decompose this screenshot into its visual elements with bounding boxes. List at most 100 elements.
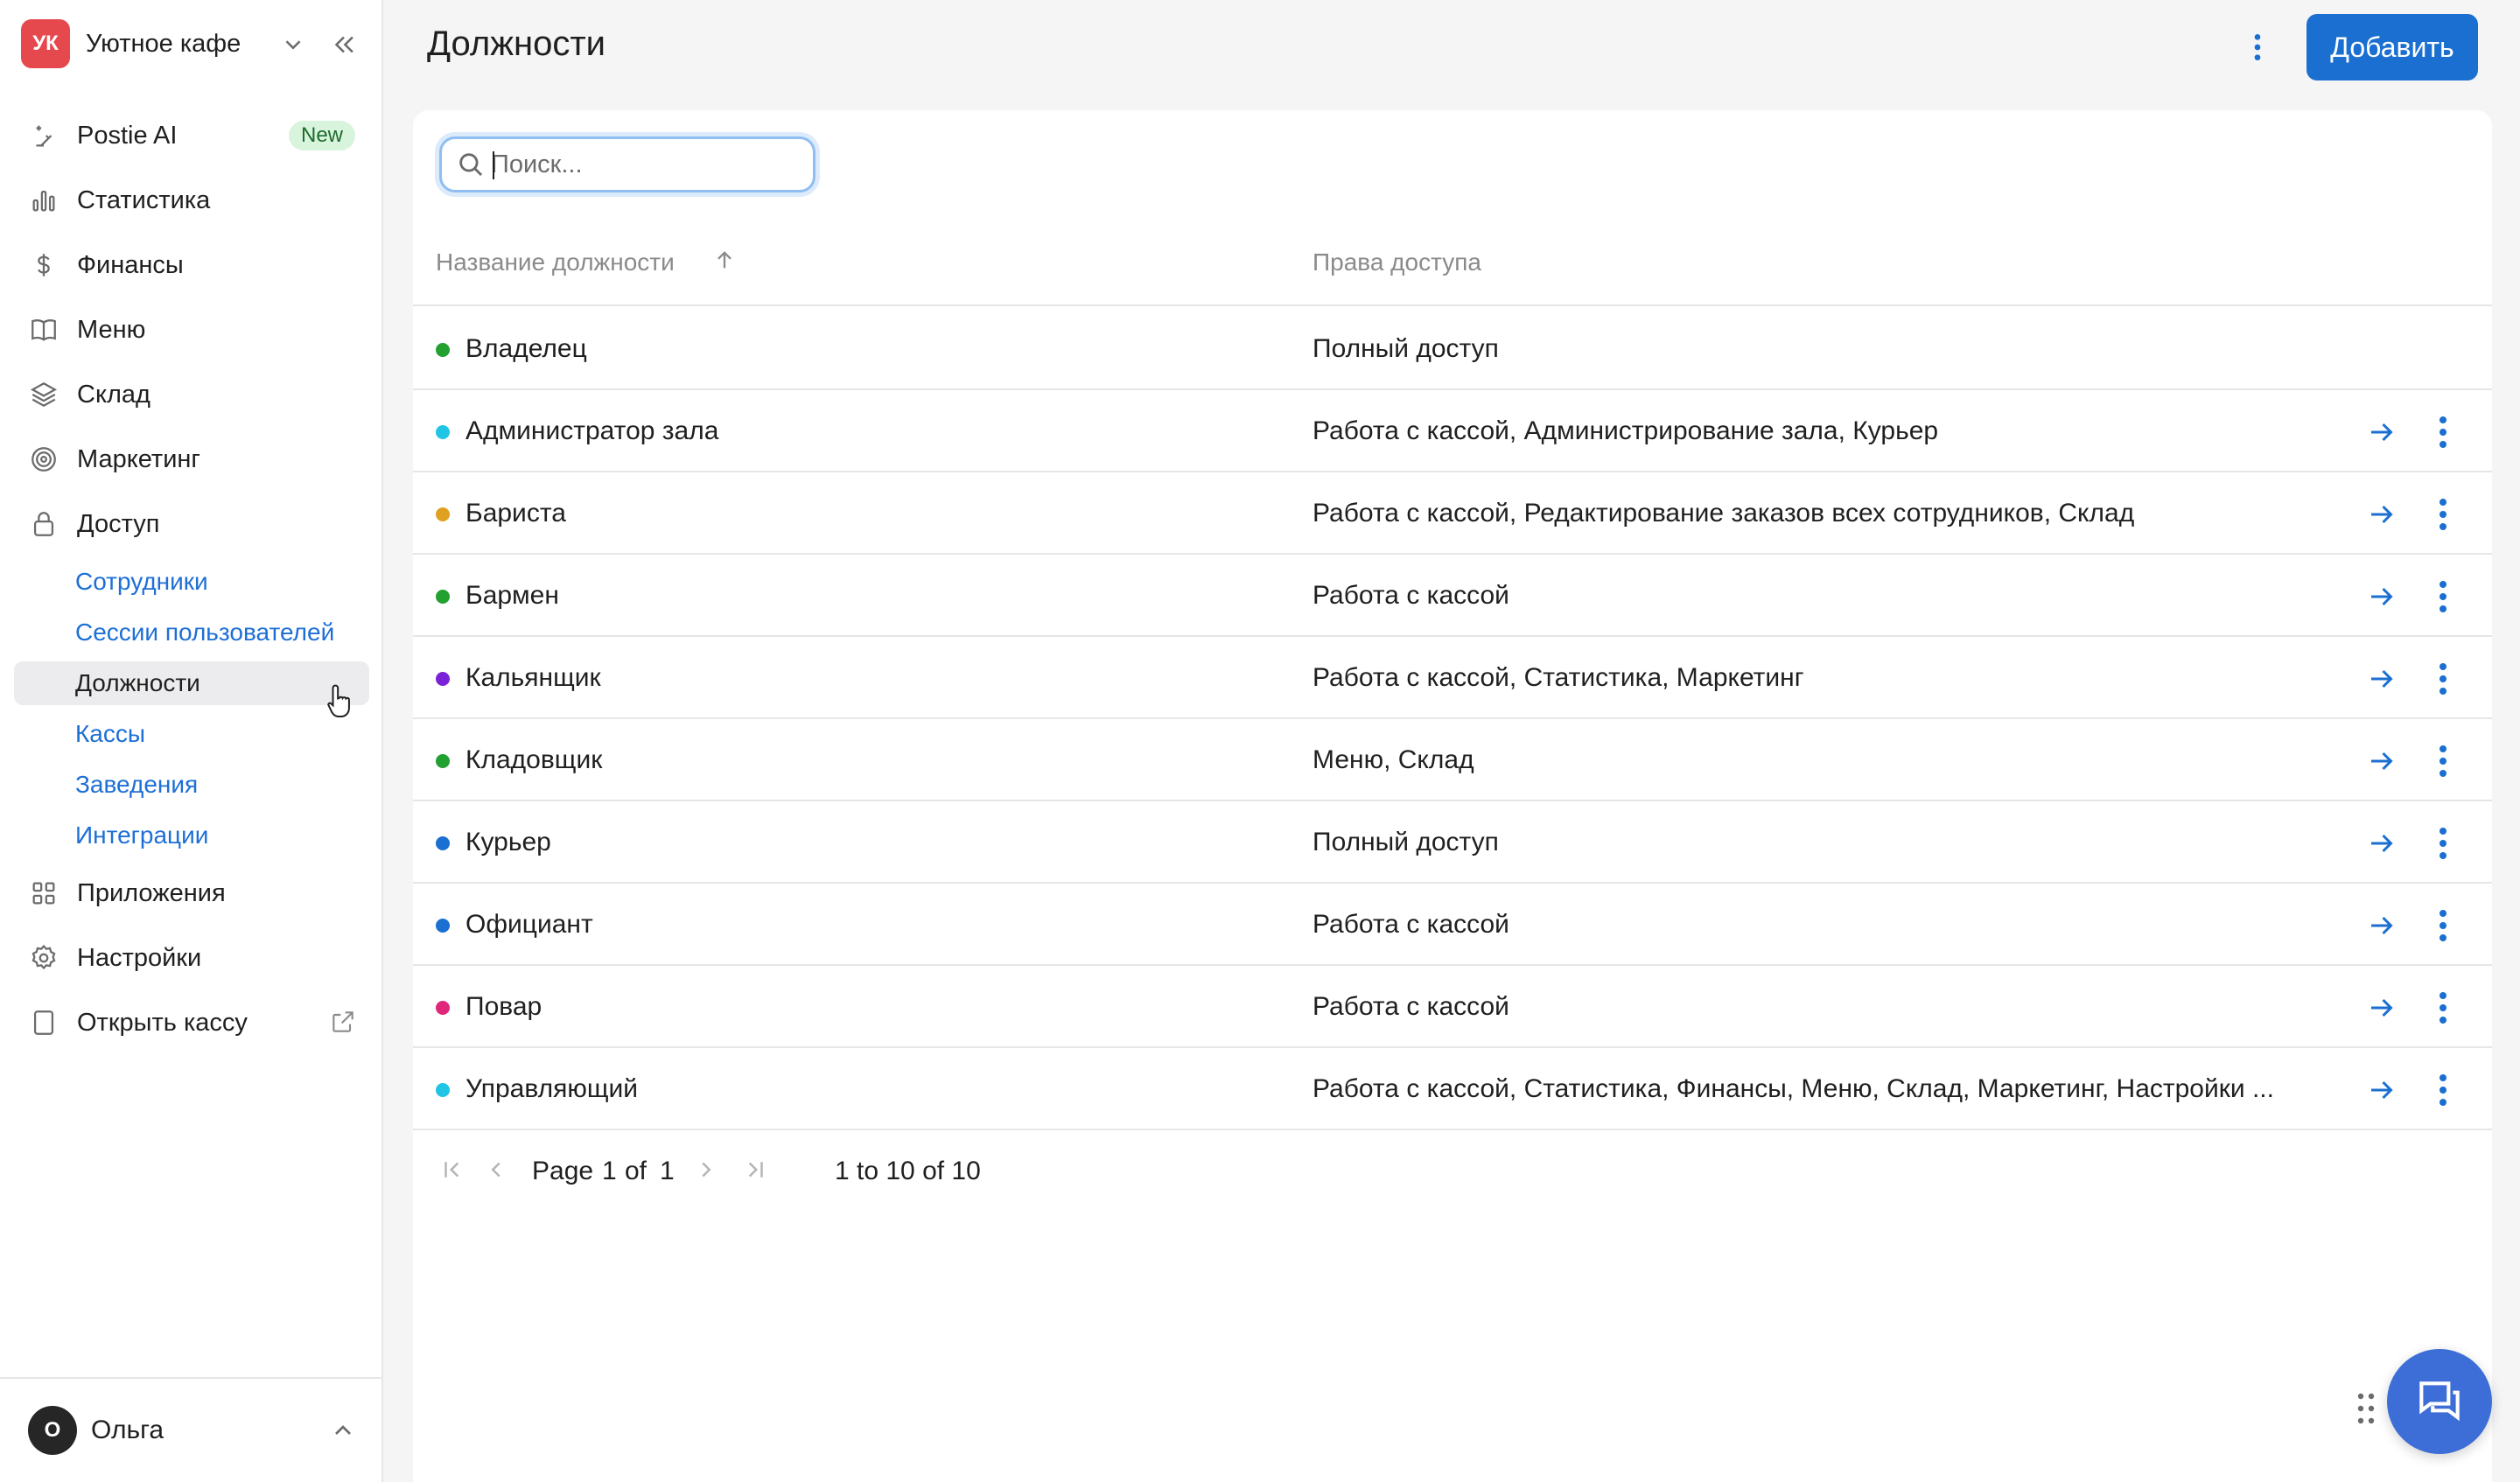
subnav-item-employees[interactable]: Сотрудники [14, 560, 369, 604]
positions-card: Название должности Права доступа Владеле… [413, 110, 2492, 1482]
arrow-right-icon[interactable] [2366, 745, 2398, 777]
nav-item-settings[interactable]: Настройки [14, 933, 369, 983]
page-more-button[interactable] [2238, 26, 2277, 68]
nav-item-marketing[interactable]: Маркетинг [14, 434, 369, 485]
row-kebab-menu-icon[interactable] [2434, 826, 2452, 861]
current-page: 1 [602, 1157, 617, 1185]
subnav-label: Интеграции [75, 821, 209, 849]
row-kebab-menu-icon[interactable] [2434, 661, 2452, 696]
user-menu[interactable]: О Ольга [0, 1377, 382, 1482]
subnav-label: Должности [75, 669, 200, 696]
table-row[interactable]: Администратор зала Работа с кассой, Админ… [413, 390, 2492, 472]
arrow-right-icon[interactable] [2366, 828, 2398, 859]
nav-item-finance[interactable]: Финансы [14, 240, 369, 290]
row-kebab-menu-icon[interactable] [2434, 579, 2452, 614]
subnav-item-cash-registers[interactable]: Кассы [14, 712, 369, 756]
sort-ascending-icon[interactable] [712, 247, 737, 273]
drag-handle-icon[interactable] [2356, 1391, 2376, 1426]
table-row[interactable]: Владелец Полный доступ [413, 308, 2492, 390]
support-chat-button[interactable] [2387, 1349, 2492, 1454]
nav-label: Финансы [77, 250, 184, 279]
table-row[interactable]: Управляющий Работа с кассой, Статистика, … [413, 1048, 2492, 1130]
row-kebab-menu-icon[interactable] [2434, 908, 2452, 943]
page-title: Должности [427, 24, 606, 63]
subnav-label: Сессии пользователей [75, 619, 335, 646]
nav-item-warehouse[interactable]: Склад [14, 369, 369, 420]
position-permissions: Работа с кассой, Администрирование зала,… [1312, 416, 1939, 445]
chat-icon [2419, 1381, 2460, 1422]
row-kebab-menu-icon[interactable] [2434, 744, 2452, 779]
position-color-dot [436, 1001, 450, 1015]
position-color-dot [436, 672, 450, 686]
arrow-right-icon[interactable] [2366, 416, 2398, 448]
header-divider [413, 304, 2492, 306]
nav-item-apps[interactable]: Приложения [14, 868, 369, 919]
arrow-right-icon[interactable] [2366, 499, 2398, 530]
venue-switcher[interactable]: УК Уютное кафе [21, 19, 362, 68]
position-permissions: Работа с кассой [1312, 992, 1509, 1021]
subnav-item-venues[interactable]: Заведения [14, 763, 369, 807]
last-page-icon[interactable] [742, 1157, 768, 1183]
position-permissions: Полный доступ [1312, 828, 1499, 856]
table-row[interactable]: Официант Работа с кассой [413, 884, 2492, 966]
bar-chart-icon [28, 185, 60, 216]
nav-item-postie-ai[interactable]: Postie AI New [14, 110, 369, 161]
position-name: Управляющий [466, 1074, 639, 1103]
position-name: Бариста [466, 499, 566, 528]
table-row[interactable]: Повар Работа с кассой [413, 966, 2492, 1048]
column-header-name[interactable]: Название должности [436, 248, 675, 276]
arrow-right-icon[interactable] [2366, 581, 2398, 612]
add-position-button[interactable]: Добавить [2306, 14, 2478, 80]
first-page-icon[interactable] [439, 1157, 466, 1183]
position-permissions: Полный доступ [1312, 334, 1499, 363]
arrow-right-icon[interactable] [2366, 663, 2398, 695]
nav-label: Склад [77, 380, 150, 409]
arrow-right-icon[interactable] [2366, 1074, 2398, 1106]
tablet-icon [28, 1007, 60, 1038]
position-permissions: Работа с кассой [1312, 910, 1509, 939]
position-permissions: Меню, Склад [1312, 745, 1474, 774]
page-prefix: Page [532, 1157, 594, 1185]
nav-item-access[interactable]: Доступ [14, 499, 369, 549]
subnav-label: Сотрудники [75, 568, 208, 595]
nav-item-statistics[interactable]: Статистика [14, 175, 369, 226]
subnav-item-sessions[interactable]: Сессии пользователей [14, 611, 369, 654]
row-kebab-menu-icon[interactable] [2434, 497, 2452, 532]
arrow-right-icon[interactable] [2366, 910, 2398, 941]
nav-item-open-register[interactable]: Открыть кассу [14, 997, 369, 1048]
table-row[interactable]: Курьер Полный доступ [413, 801, 2492, 884]
table-row[interactable]: Кальянщик Работа с кассой, Статистика, Ма… [413, 637, 2492, 719]
subnav-item-integrations[interactable]: Интеграции [14, 814, 369, 857]
position-name: Кальянщик [466, 663, 601, 692]
subnav-item-positions[interactable]: Должности [14, 661, 369, 705]
next-page-icon[interactable] [693, 1157, 719, 1183]
dollar-icon [28, 249, 60, 281]
position-permissions: Работа с кассой, Статистика, Финансы, Ме… [1312, 1074, 2274, 1103]
table-row[interactable]: Кладовщик Меню, Склад [413, 719, 2492, 801]
position-name: Курьер [466, 828, 551, 856]
nav-label: Маркетинг [77, 444, 200, 473]
subnav-label: Кассы [75, 720, 146, 747]
row-kebab-menu-icon[interactable] [2434, 1073, 2452, 1108]
row-kebab-menu-icon[interactable] [2434, 990, 2452, 1025]
previous-page-icon[interactable] [483, 1157, 509, 1183]
position-color-dot [436, 590, 450, 604]
row-kebab-menu-icon[interactable] [2434, 415, 2452, 450]
new-badge: New [288, 121, 355, 150]
venue-logo: УК [21, 19, 70, 68]
nav-label: Приложения [77, 878, 226, 907]
collapse-sidebar-icon[interactable] [329, 30, 359, 59]
kebab-menu-icon [2254, 34, 2261, 60]
position-color-dot [436, 754, 450, 768]
nav-label: Postie AI [77, 121, 178, 150]
search-box[interactable] [439, 136, 816, 192]
table-row[interactable]: Бариста Работа с кассой, Редактирование з… [413, 472, 2492, 555]
search-input[interactable] [491, 143, 797, 186]
chevron-up-icon[interactable] [329, 1416, 357, 1444]
pagination: Page 1 of 1 1 to 10 of 10 [413, 1141, 1463, 1202]
chevron-down-icon[interactable] [280, 31, 306, 58]
nav-item-menu[interactable]: Меню [14, 304, 369, 355]
table-row[interactable]: Бармен Работа с кассой [413, 555, 2492, 637]
nav-label: Настройки [77, 943, 202, 972]
arrow-right-icon[interactable] [2366, 992, 2398, 1024]
